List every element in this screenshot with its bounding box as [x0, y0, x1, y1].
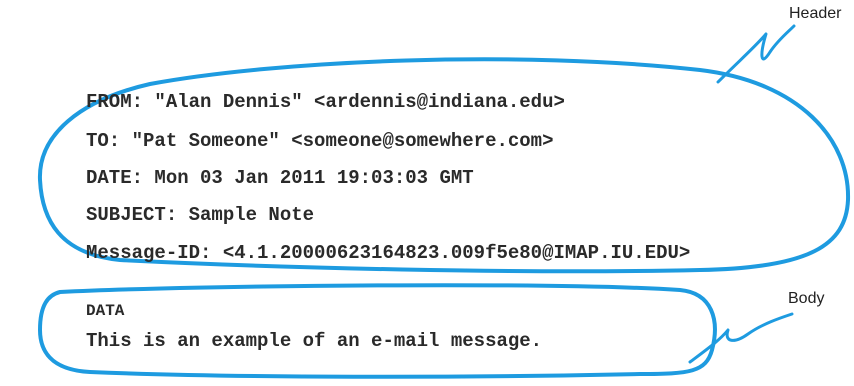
body-message-text: This is an example of an e-mail message.	[86, 330, 543, 352]
header-message-id-line: Message-ID: <4.1.20000623164823.009f5e80…	[86, 242, 691, 264]
email-structure-diagram: Header Body FROM: "Alan Dennis" <ardenni…	[0, 0, 854, 386]
body-pointer	[688, 312, 794, 364]
header-callout-label: Header	[789, 5, 842, 22]
outline-layer	[37, 24, 851, 379]
header-to-line: TO: "Pat Someone" <someone@somewhere.com…	[86, 130, 554, 152]
header-from-line: FROM: "Alan Dennis" <ardennis@indiana.ed…	[86, 91, 565, 113]
body-data-label: DATA	[86, 302, 125, 320]
header-subject-line: SUBJECT: Sample Note	[86, 204, 315, 226]
header-date-line: DATE: Mon 03 Jan 2011 19:03:03 GMT	[86, 167, 474, 189]
body-callout-label: Body	[788, 290, 825, 307]
